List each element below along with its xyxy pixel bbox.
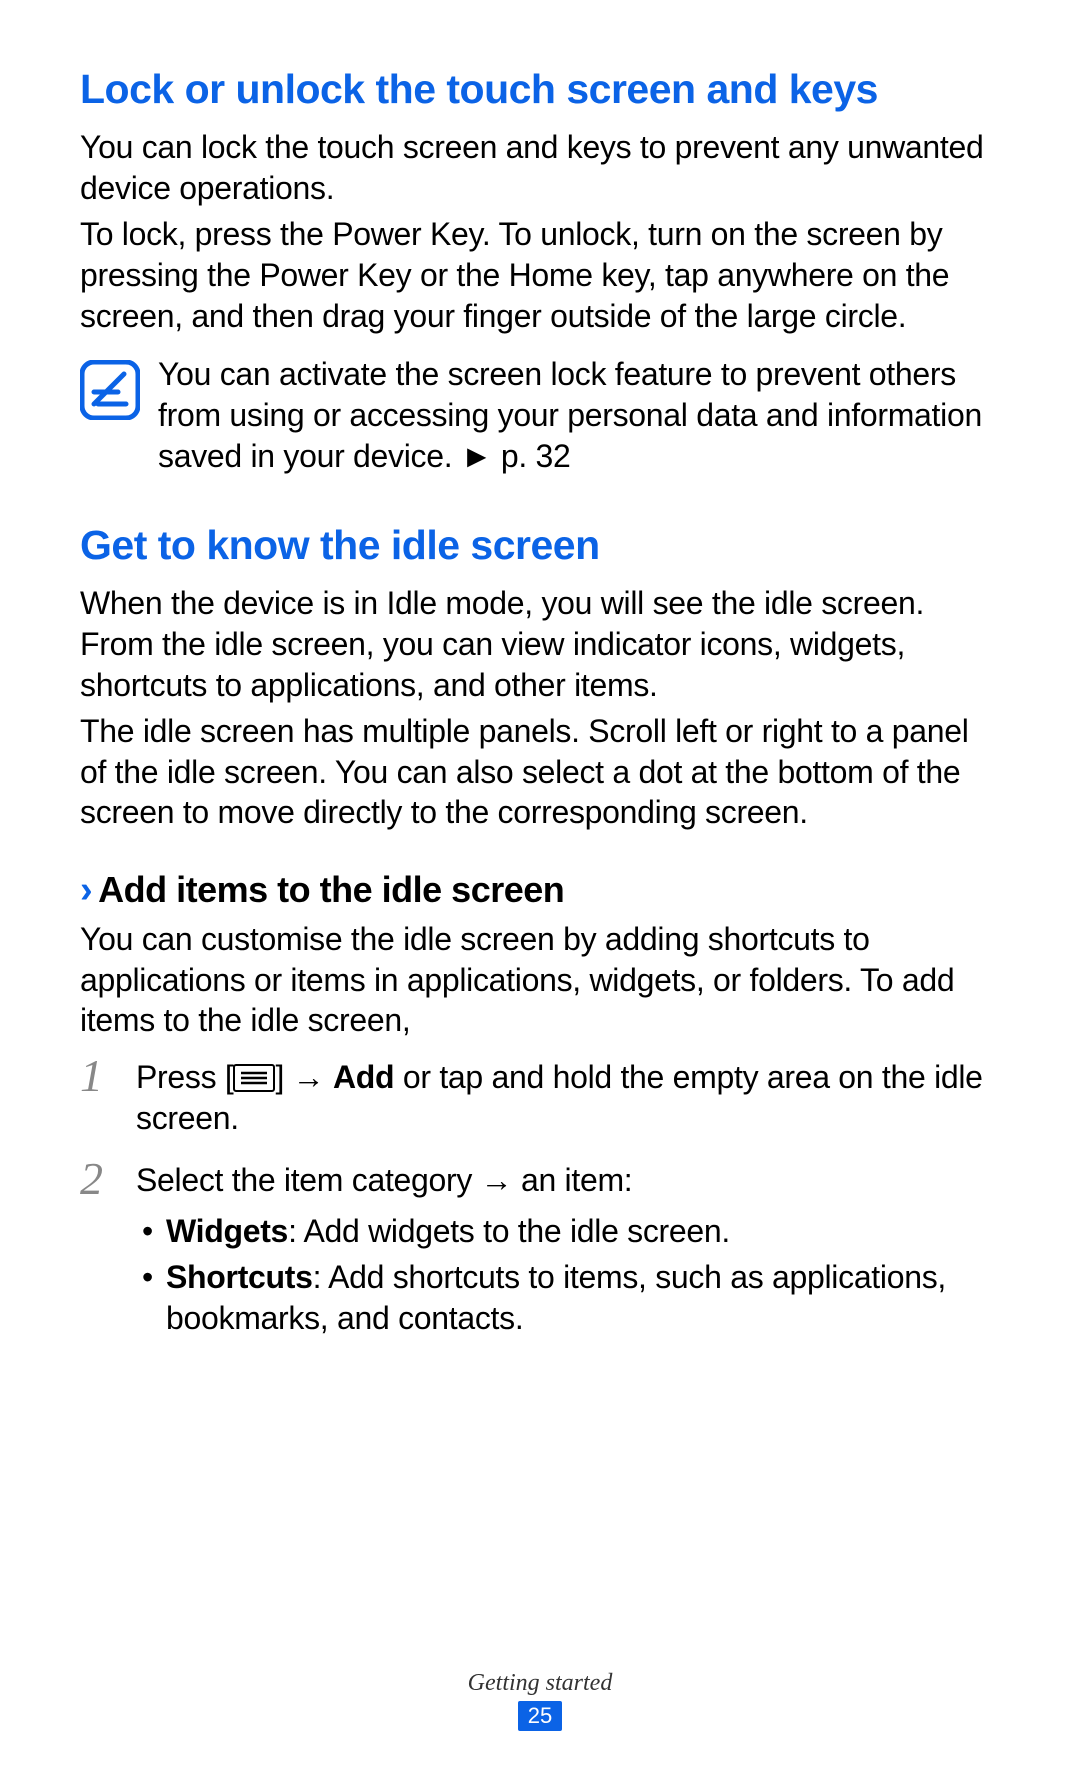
bullets-list: Widgets: Add widgets to the idle screen.… — [136, 1211, 1000, 1339]
steps-list: Press [ ] → Add or tap and hold the empt… — [80, 1057, 1000, 1339]
bullet-widgets-rest: : Add widgets to the idle screen. — [288, 1213, 730, 1249]
footer-section-name: Getting started — [0, 1670, 1080, 1697]
subheading-add-items: › Add items to the idle screen — [80, 869, 1000, 911]
bullet-widgets-bold: Widgets — [166, 1213, 288, 1249]
para-idle-intro: When the device is in Idle mode, you wil… — [80, 583, 1000, 705]
menu-key-icon — [233, 1064, 275, 1092]
note-block: You can activate the screen lock feature… — [80, 354, 1000, 476]
bullet-shortcuts-bold: Shortcuts — [166, 1259, 313, 1295]
heading-idle-screen: Get to know the idle screen — [80, 522, 1000, 569]
bullet-widgets: Widgets: Add widgets to the idle screen. — [136, 1211, 1000, 1252]
subheading-text: Add items to the idle screen — [98, 869, 564, 911]
page-footer: Getting started 25 — [0, 1670, 1080, 1731]
step-2: Select the item category → an item: Widg… — [80, 1160, 1000, 1339]
step1-bold: Add — [333, 1059, 394, 1095]
step1-mid: ] → — [275, 1059, 332, 1095]
bullet-shortcuts: Shortcuts: Add shortcuts to items, such … — [136, 1257, 1000, 1338]
footer-page-number: 25 — [518, 1701, 562, 1731]
para-lock-intro: You can lock the touch screen and keys t… — [80, 127, 1000, 208]
para-lock-howto: To lock, press the Power Key. To unlock,… — [80, 214, 1000, 336]
para-add-items-intro: You can customise the idle screen by add… — [80, 919, 1000, 1041]
para-idle-panels: The idle screen has multiple panels. Scr… — [80, 711, 1000, 833]
step-1: Press [ ] → Add or tap and hold the empt… — [80, 1057, 1000, 1138]
heading-lock-unlock: Lock or unlock the touch screen and keys — [80, 66, 1000, 113]
step1-pre: Press [ — [136, 1059, 233, 1095]
note-icon — [80, 360, 140, 420]
note-text: You can activate the screen lock feature… — [158, 354, 1000, 476]
chevron-right-icon: › — [80, 871, 92, 909]
step2-text: Select the item category → an item: — [136, 1162, 632, 1198]
